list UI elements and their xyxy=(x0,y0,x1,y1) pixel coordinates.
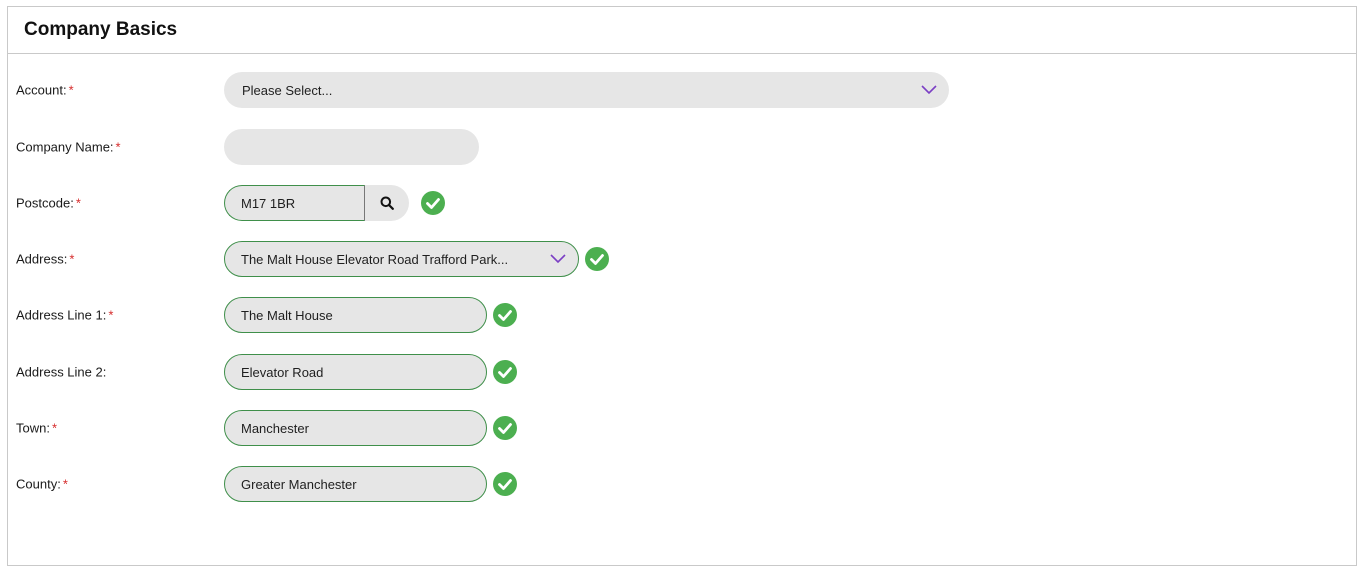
postcode-input[interactable]: M17 1BR xyxy=(224,185,365,221)
address-line-2-label: Address Line 2: xyxy=(16,364,107,380)
county-input[interactable]: Greater Manchester xyxy=(224,466,487,502)
account-row: Account: * Please Select... xyxy=(0,72,1362,108)
chevron-down-icon xyxy=(921,85,937,95)
check-circle-icon xyxy=(585,247,609,271)
company-name-input[interactable] xyxy=(224,129,479,165)
postcode-label: Postcode: * xyxy=(16,195,81,211)
address-line-1-row: Address Line 1: * The Malt House xyxy=(0,297,1362,333)
required-marker: * xyxy=(75,195,81,211)
address-select-value: The Malt House Elevator Road Trafford Pa… xyxy=(241,251,509,267)
company-name-row: Company Name: * xyxy=(0,129,1362,165)
required-marker: * xyxy=(108,307,114,323)
section-title: Company Basics xyxy=(24,19,178,40)
required-marker: * xyxy=(69,251,75,267)
required-marker: * xyxy=(115,139,121,155)
address-line-2-input[interactable]: Elevator Road xyxy=(224,354,487,390)
county-row: County: * Greater Manchester xyxy=(0,466,1362,502)
account-label: Account: * xyxy=(16,82,74,98)
postcode-search-button[interactable] xyxy=(365,185,409,221)
chevron-down-icon xyxy=(550,254,566,264)
address-select[interactable]: The Malt House Elevator Road Trafford Pa… xyxy=(224,241,579,277)
panel-header: Company Basics xyxy=(8,7,1356,54)
town-input[interactable]: Manchester xyxy=(224,410,487,446)
check-circle-icon xyxy=(493,472,517,496)
postcode-row: Postcode: * M17 1BR xyxy=(0,185,1362,221)
required-marker: * xyxy=(51,420,58,436)
address-line-1-input[interactable]: The Malt House xyxy=(224,297,487,333)
check-circle-icon xyxy=(493,360,517,384)
town-row: Town: * Manchester xyxy=(0,410,1362,446)
check-circle-icon xyxy=(493,416,517,440)
account-select[interactable]: Please Select... xyxy=(224,72,949,108)
required-marker: * xyxy=(68,82,74,98)
required-marker: * xyxy=(62,476,68,492)
address-line-2-row: Address Line 2: Elevator Road xyxy=(0,354,1362,390)
company-name-label: Company Name: * xyxy=(16,139,121,155)
check-circle-icon xyxy=(493,303,517,327)
county-label: County: * xyxy=(16,476,68,492)
town-label: Town: * xyxy=(16,420,58,436)
address-label: Address: * xyxy=(16,251,75,267)
account-select-value: Please Select... xyxy=(242,82,333,98)
search-icon xyxy=(380,196,394,210)
postcode-group: M17 1BR xyxy=(224,185,409,221)
address-line-1-label: Address Line 1: * xyxy=(16,307,114,323)
check-circle-icon xyxy=(421,191,445,215)
address-row: Address: * The Malt House Elevator Road T… xyxy=(0,241,1362,277)
